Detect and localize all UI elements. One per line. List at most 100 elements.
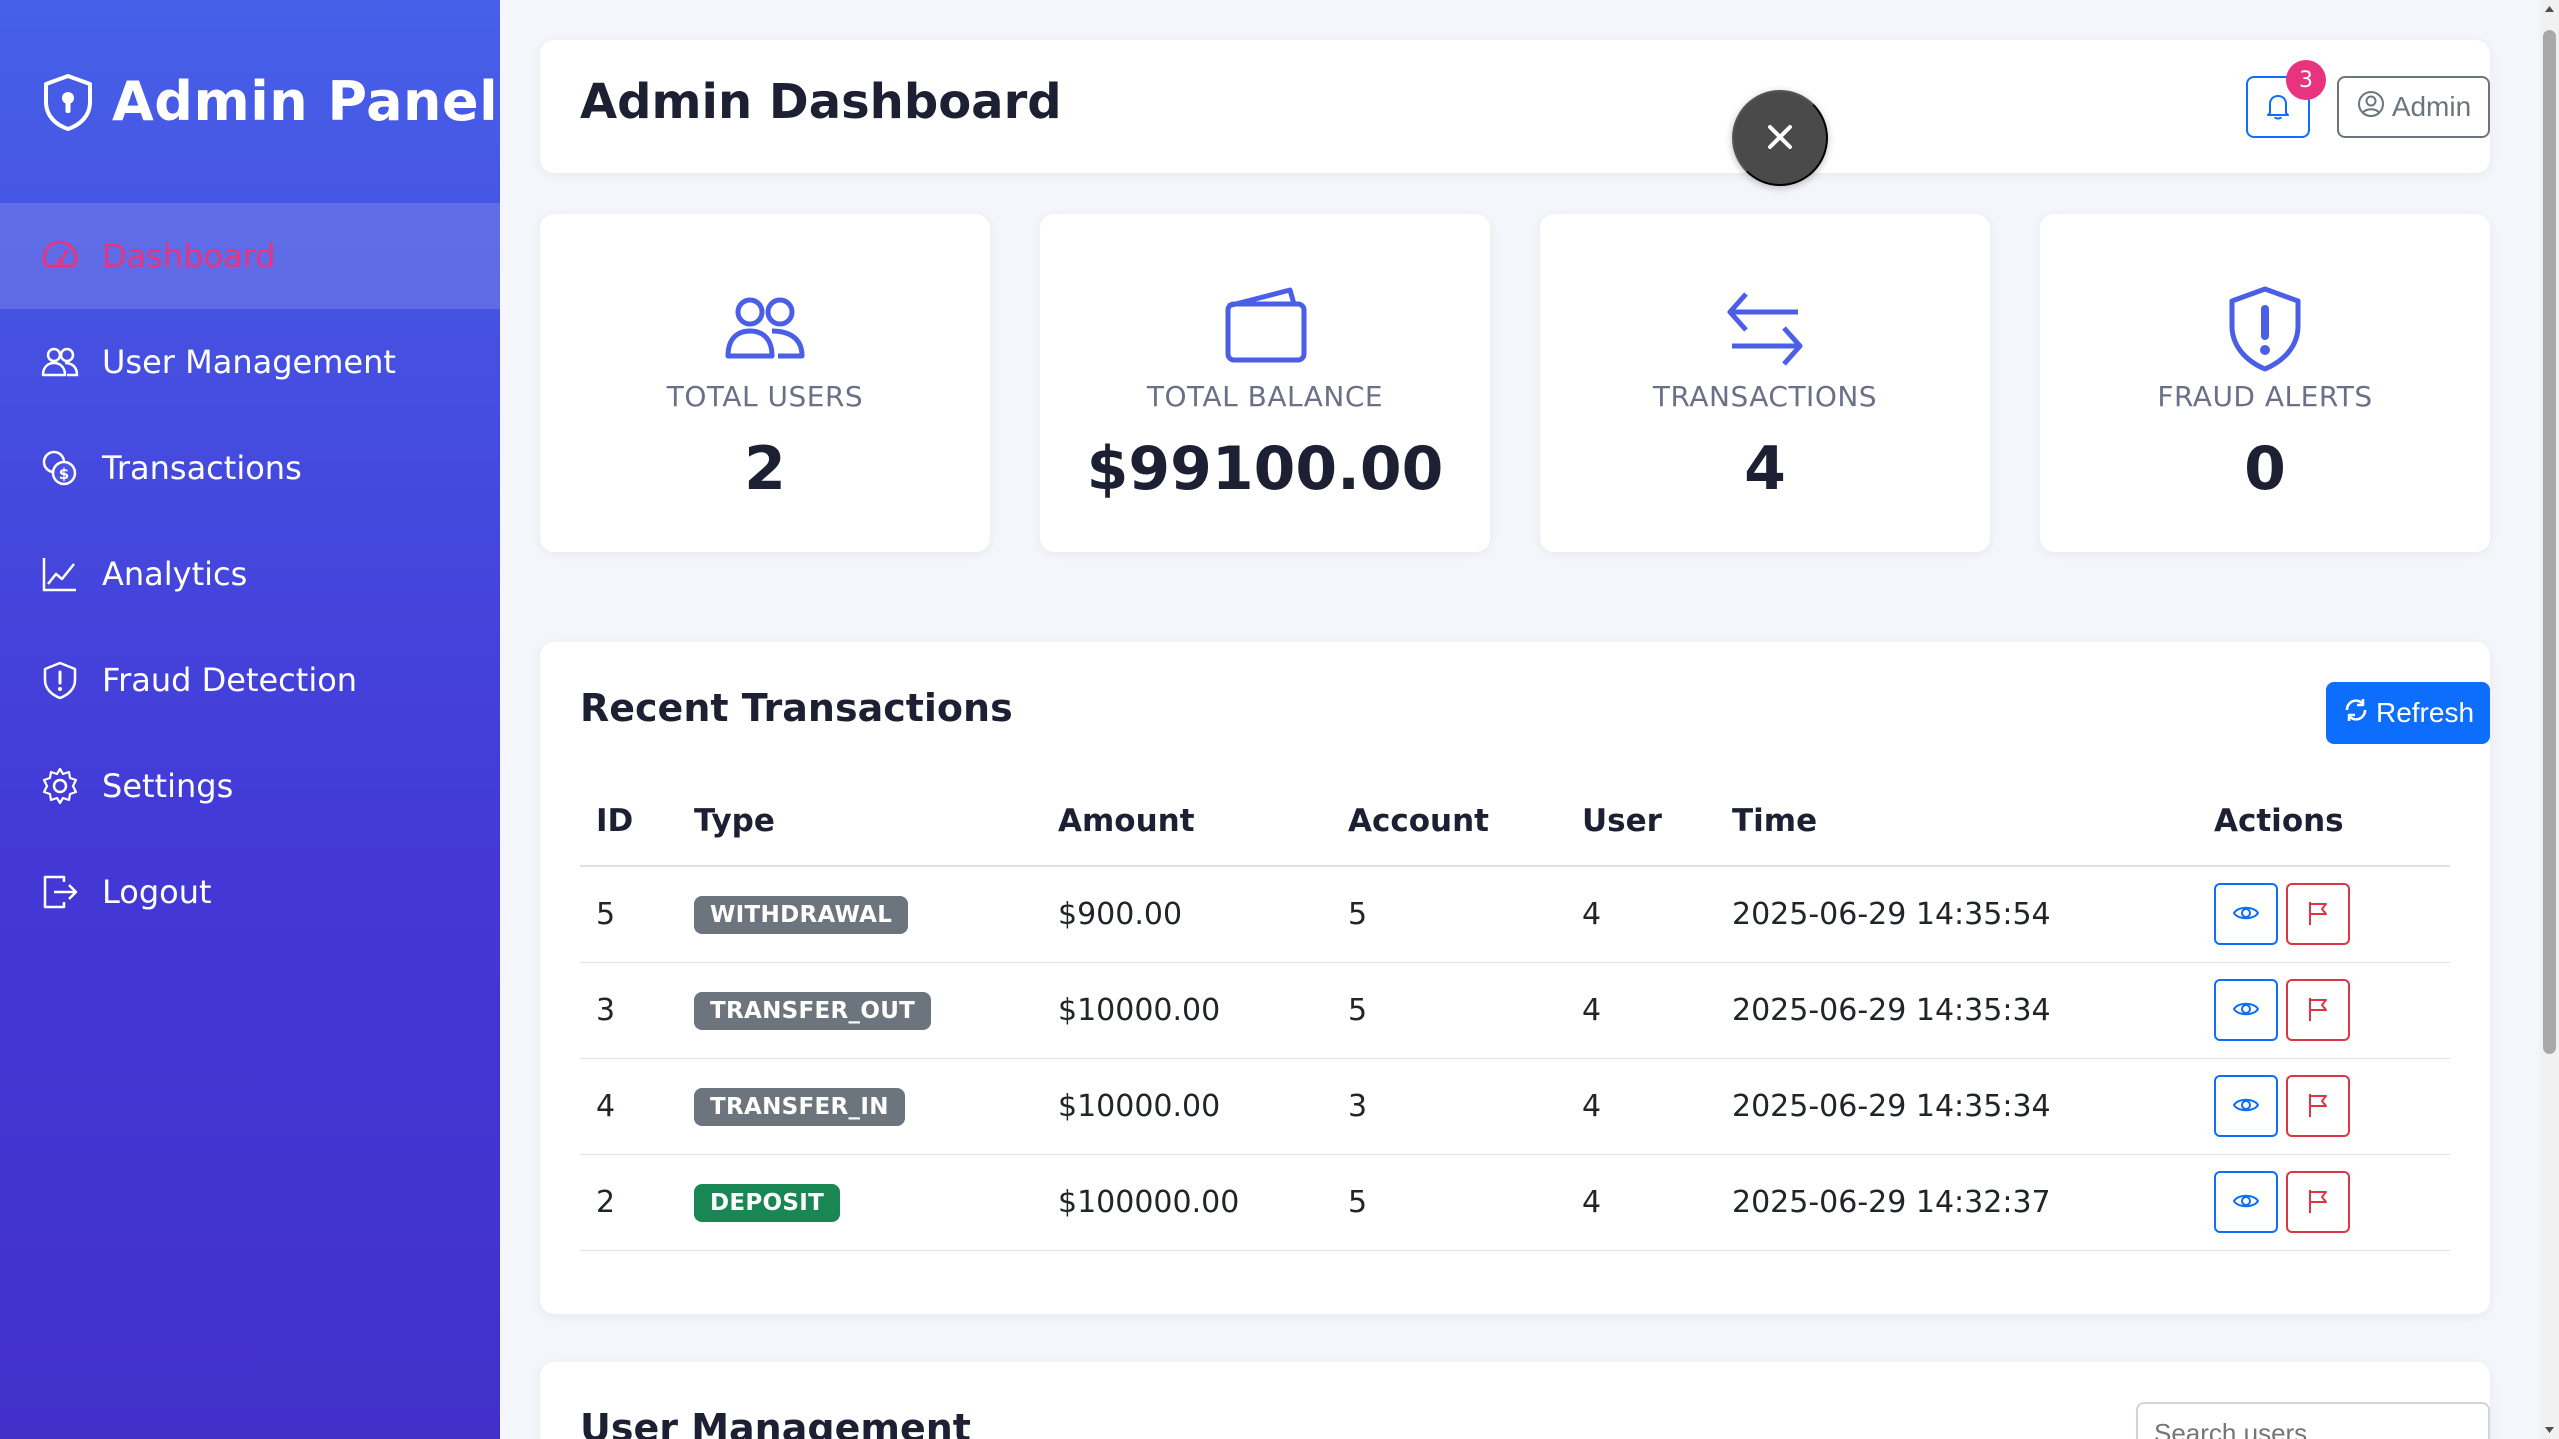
box-arrow-right-icon [40,872,80,912]
speedometer-icon [40,236,80,276]
sidebar-item-fraud-detection[interactable]: Fraud Detection [0,627,500,733]
cell-id: 2 [580,1154,678,1251]
sidebar-item-settings[interactable]: Settings [0,733,500,839]
people-icon [40,342,80,382]
sidebar-item-label: Fraud Detection [102,661,358,699]
table-row: 3 TRANSFER_OUT $10000.00 5 4 2025-06-29 … [580,962,2450,1059]
column-header: Amount [1042,776,1332,867]
cell-user: 4 [1566,1058,1716,1155]
transactions-table: ID Type Amount Account User Time Actions… [580,776,2450,1251]
sidebar-item-transactions[interactable]: $ Transactions [0,415,500,521]
section-title: User Management [580,1406,971,1439]
eye-icon [2232,995,2260,1026]
sidebar-item-user-management[interactable]: User Management [0,309,500,415]
close-button[interactable] [1732,90,1828,186]
flag-icon [2304,1187,2332,1218]
main-content: Admin Dashboard 3 Admin TOTAL USERS 2 TO… [500,0,2540,1439]
stat-card-total-balance: TOTAL BALANCE $99100.00 [1040,214,1490,552]
gear-icon [40,766,80,806]
stat-label: TOTAL BALANCE [1146,380,1384,413]
stat-card-total-users: TOTAL USERS 2 [540,214,990,552]
close-icon [1760,117,1800,160]
type-badge: WITHDRAWAL [694,895,909,934]
stat-label: TOTAL USERS [666,380,864,413]
type-badge: TRANSFER_IN [694,1087,905,1126]
column-header: ID [580,776,678,867]
cell-user: 4 [1566,1154,1716,1251]
view-button[interactable] [2214,1171,2278,1233]
stat-value: 0 [2244,434,2286,504]
brand-title: Admin Panel [112,70,499,133]
flag-icon [2304,1091,2332,1122]
table-row: 5 WITHDRAWAL $900.00 5 4 2025-06-29 14:3… [580,866,2450,963]
refresh-icon [2342,696,2376,731]
flag-icon [2304,995,2332,1026]
shield-exclamation-icon [2040,284,2490,374]
eye-icon [2232,1091,2260,1122]
flag-icon [2304,899,2332,930]
cell-time: 2025-06-29 14:32:37 [1716,1154,2198,1251]
stat-value: 2 [744,434,786,504]
refresh-label: Refresh [2375,697,2475,728]
graph-up-icon [40,554,80,594]
sidebar-item-label: Dashboard [102,237,276,275]
shield-exclamation-icon [40,660,80,700]
column-header: Time [1716,776,2198,867]
view-button[interactable] [2214,979,2278,1041]
flag-button[interactable] [2286,979,2350,1041]
scrollbar-thumb[interactable] [2543,30,2556,1054]
cell-account: 5 [1332,962,1566,1059]
sidebar-item-label: Settings [102,767,234,805]
flag-button[interactable] [2286,1171,2350,1233]
cell-amount: $100000.00 [1042,1154,1332,1251]
coins-icon: $ [40,448,80,488]
column-header: Actions [2198,776,2450,867]
notification-count-badge: 3 [2286,60,2326,100]
eye-icon [2232,899,2260,930]
user-management-card: User Management [540,1362,2490,1439]
brand[interactable]: Admin Panel [0,0,500,203]
cell-amount: $10000.00 [1042,1058,1332,1155]
sidebar-item-label: Logout [102,873,212,911]
arrow-left-right-icon [1540,284,1990,374]
cell-user: 4 [1566,962,1716,1059]
cell-amount: $900.00 [1042,866,1332,963]
cell-id: 5 [580,866,678,963]
person-circle-icon [2356,89,2392,126]
recent-transactions-card: Recent Transactions Refresh ID Type Amou… [540,642,2490,1314]
view-button[interactable] [2214,1075,2278,1137]
page-title: Admin Dashboard [580,74,1062,130]
eye-icon [2232,1187,2260,1218]
table-row: 2 DEPOSIT $100000.00 5 4 2025-06-29 14:3… [580,1154,2450,1251]
admin-user-label: Admin [2391,91,2472,122]
refresh-button[interactable]: Refresh [2326,682,2490,744]
cell-id: 4 [580,1058,678,1155]
scroll-down-arrow-icon[interactable] [2540,1421,2559,1439]
sidebar-item-label: User Management [102,343,396,381]
cell-account: 3 [1332,1058,1566,1155]
flag-button[interactable] [2286,883,2350,946]
svg-text:$: $ [59,465,69,483]
cell-amount: $10000.00 [1042,962,1332,1059]
view-button[interactable] [2214,883,2278,946]
section-title: Recent Transactions [580,686,1013,730]
cell-user: 4 [1566,866,1716,963]
scroll-up-arrow-icon[interactable] [2540,0,2559,18]
wallet-icon [1040,284,1490,374]
shield-lock-icon [40,72,96,132]
type-badge: TRANSFER_OUT [694,991,932,1030]
type-badge: DEPOSIT [694,1183,841,1222]
page-scrollbar[interactable] [2540,0,2559,1439]
sidebar-item-logout[interactable]: Logout [0,839,500,945]
stat-card-fraud-alerts: FRAUD ALERTS 0 [2040,214,2490,552]
flag-button[interactable] [2286,1075,2350,1137]
cell-account: 5 [1332,866,1566,963]
sidebar-item-label: Analytics [102,555,248,593]
admin-user-button[interactable]: Admin [2337,76,2490,138]
stat-value: 4 [1744,434,1786,504]
stat-card-transactions: TRANSACTIONS 4 [1540,214,1990,552]
sidebar-item-dashboard[interactable]: Dashboard [0,203,500,309]
search-users-input[interactable] [2136,1402,2490,1439]
column-header: Account [1332,776,1566,867]
sidebar-item-analytics[interactable]: Analytics [0,521,500,627]
